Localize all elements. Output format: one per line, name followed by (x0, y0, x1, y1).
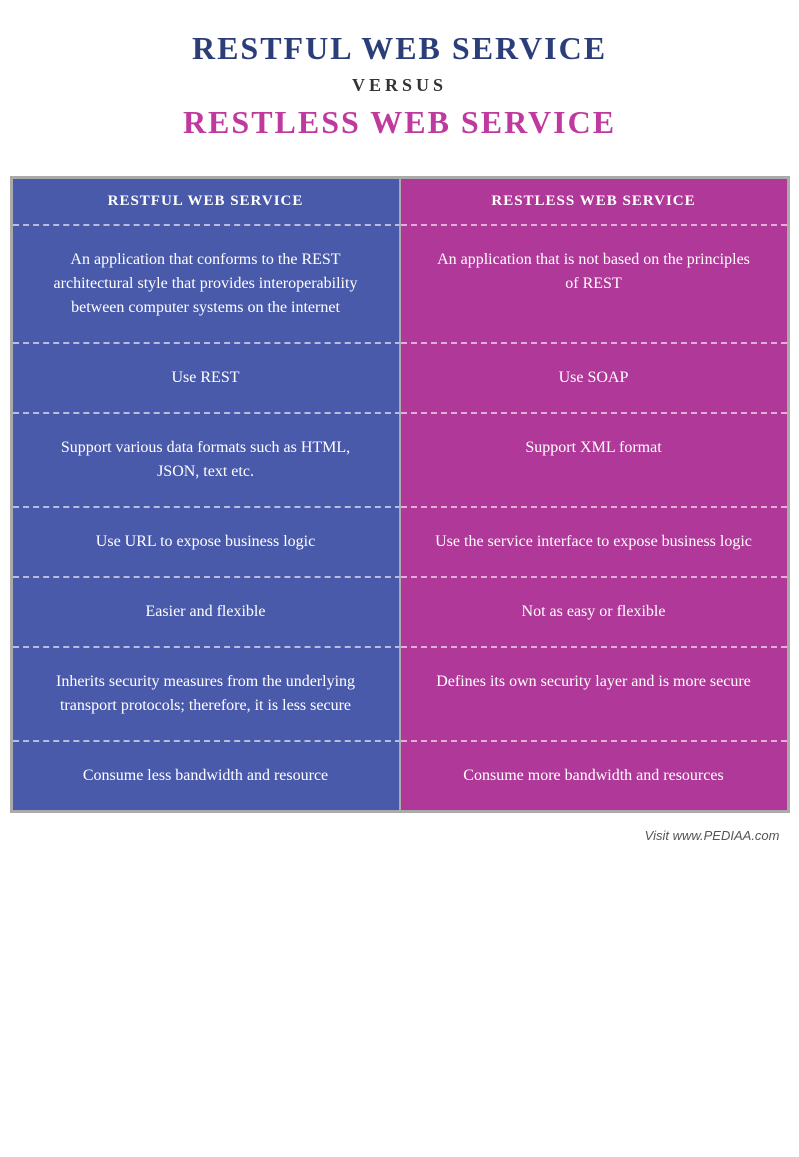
title-restful: RESTFUL WEB SERVICE (20, 30, 779, 67)
cell-right-1: Use SOAP (401, 344, 787, 412)
table-header: RESTFUL WEB SERVICE RESTLESS WEB SERVICE (13, 179, 787, 224)
cell-right-5: Defines its own security layer and is mo… (401, 648, 787, 740)
cell-right-4: Not as easy or flexible (401, 578, 787, 646)
table-row: Use RESTUse SOAP (13, 344, 787, 412)
cell-left-0: An application that conforms to the REST… (13, 226, 401, 342)
col2-header: RESTLESS WEB SERVICE (401, 179, 787, 224)
table-row: Support various data formats such as HTM… (13, 414, 787, 506)
cell-right-0: An application that is not based on the … (401, 226, 787, 342)
cell-right-6: Consume more bandwidth and resources (401, 742, 787, 810)
footer-credit: Visit www.PEDIAA.com (10, 823, 790, 853)
versus-text: VERSUS (20, 75, 779, 96)
table-row: An application that conforms to the REST… (13, 226, 787, 342)
header-section: RESTFUL WEB SERVICE VERSUS RESTLESS WEB … (0, 0, 799, 161)
comparison-table: RESTFUL WEB SERVICE RESTLESS WEB SERVICE… (10, 176, 790, 813)
col1-header: RESTFUL WEB SERVICE (13, 179, 401, 224)
cell-left-4: Easier and flexible (13, 578, 401, 646)
cell-left-5: Inherits security measures from the unde… (13, 648, 401, 740)
table-row: Use URL to expose business logicUse the … (13, 508, 787, 576)
rows-container: An application that conforms to the REST… (13, 224, 787, 810)
cell-left-1: Use REST (13, 344, 401, 412)
cell-right-3: Use the service interface to expose busi… (401, 508, 787, 576)
title-restless: RESTLESS WEB SERVICE (20, 104, 779, 141)
table-row: Easier and flexibleNot as easy or flexib… (13, 578, 787, 646)
cell-left-6: Consume less bandwidth and resource (13, 742, 401, 810)
table-row: Inherits security measures from the unde… (13, 648, 787, 740)
cell-left-3: Use URL to expose business logic (13, 508, 401, 576)
table-row: Consume less bandwidth and resourceConsu… (13, 742, 787, 810)
cell-right-2: Support XML format (401, 414, 787, 506)
cell-left-2: Support various data formats such as HTM… (13, 414, 401, 506)
